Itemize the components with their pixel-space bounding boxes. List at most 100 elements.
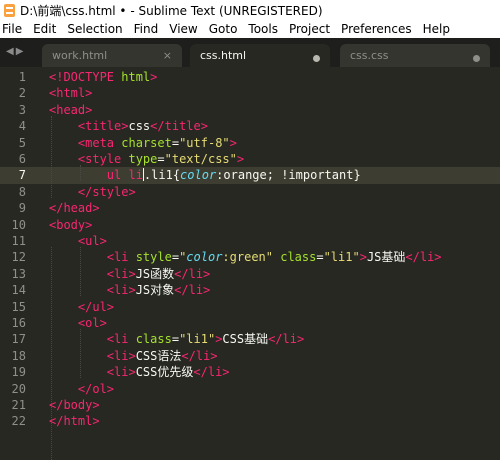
unsaved-dot-icon[interactable]	[473, 52, 480, 65]
code-line[interactable]: </html>	[49, 413, 100, 429]
line-number: 5	[18, 135, 26, 150]
code-token: <li>	[106, 365, 136, 380]
code-line[interactable]: ul li.li1{color:orange; !important}	[49, 167, 361, 183]
line-number: 1	[18, 70, 26, 84]
code-token: </title>	[150, 119, 208, 134]
line-number: 19	[11, 365, 26, 380]
code-token: =	[171, 332, 180, 347]
code-token: <meta	[77, 135, 122, 150]
code-area[interactable]: <!DOCTYPE html> <html> <head> <title>css</…	[49, 67, 500, 460]
unsaved-dot-icon[interactable]	[313, 52, 320, 65]
menu-preferences[interactable]: Preferences	[338, 22, 418, 36]
code-token: </li>	[268, 332, 305, 347]
code-token: </ul>	[77, 299, 115, 314]
code-token: :green"	[222, 250, 281, 265]
code-token: <li	[106, 332, 136, 347]
tab-label: css.html	[200, 49, 247, 62]
code-line[interactable]: <html>	[49, 85, 92, 101]
code-token: =	[157, 152, 165, 166]
tab-css-html[interactable]: css.html	[190, 44, 330, 67]
code-token: </ol>	[77, 381, 115, 396]
menu-edit[interactable]: Edit	[30, 22, 62, 36]
close-icon[interactable]: ×	[163, 49, 172, 62]
code-token: charset	[121, 135, 172, 150]
line-number: 18	[11, 348, 26, 363]
menu-help[interactable]: Help	[420, 22, 456, 36]
code-line[interactable]: <!DOCTYPE html>	[49, 69, 157, 85]
code-line[interactable]: <li class="li1">CSS基础</li>	[49, 331, 304, 347]
code-line[interactable]: <body>	[49, 217, 92, 233]
code-token: <html>	[49, 86, 93, 101]
line-number: 20	[11, 381, 26, 396]
code-editor[interactable]: 1 2 3 4 5 6 7 8 9 10 11 12 13 14 15 16 17 18 19 20 21 22 <!DO…	[0, 67, 500, 460]
code-line[interactable]: </ol>	[49, 381, 114, 397]
code-token: <li>	[106, 348, 136, 363]
code-line[interactable]: </body>	[49, 397, 100, 413]
code-line[interactable]: <li style="color:green" class="li1">JS基础…	[49, 249, 442, 265]
tab-bar: ◀▶ work.html × css.html css.css	[0, 38, 500, 67]
code-token: "li1"	[179, 332, 216, 347]
window-title: D:\前端\css.html • - Sublime Text (UNREGIS…	[20, 3, 323, 18]
tab-nav-arrows-icon[interactable]: ◀▶	[6, 46, 25, 57]
code-line[interactable]: <li>CSS优先级</li>	[49, 364, 230, 380]
line-number: 4	[18, 119, 26, 134]
code-line[interactable]: <head>	[49, 102, 92, 118]
line-number: 10	[11, 217, 26, 232]
menu-tools[interactable]: Tools	[245, 22, 284, 36]
tab-work-html[interactable]: work.html ×	[42, 44, 182, 67]
menu-find[interactable]: Find	[131, 22, 165, 36]
code-token: <li	[106, 250, 136, 265]
code-line[interactable]: <ul>	[49, 233, 107, 249]
code-line[interactable]: <title>css</title>	[49, 118, 208, 134]
menu-view[interactable]: View	[166, 22, 203, 36]
code-token: </li>	[174, 266, 211, 281]
code-line[interactable]: </style>	[49, 184, 136, 200]
code-line[interactable]: <meta charset="utf-8">	[49, 135, 237, 151]
code-line[interactable]: <style type="text/css">	[49, 151, 244, 167]
code-line[interactable]: <ol>	[49, 315, 107, 331]
line-number: 12	[11, 250, 26, 265]
code-token: CSS语法	[135, 348, 182, 363]
menu-file[interactable]: File	[0, 22, 28, 36]
code-token: <title>	[77, 119, 129, 134]
tab-css-css[interactable]: css.css	[340, 44, 490, 67]
code-token: "li1"	[323, 250, 360, 265]
code-line[interactable]: </ul>	[49, 299, 114, 315]
code-line[interactable]: </head>	[49, 200, 100, 216]
code-token: <ol>	[77, 316, 107, 330]
code-token: "utf-8"	[179, 135, 230, 150]
code-token: </head>	[49, 201, 100, 216]
menu-project[interactable]: Project	[286, 22, 336, 36]
code-line[interactable]: <li>JS对象</li>	[49, 282, 210, 298]
line-number: 16	[11, 316, 26, 330]
menu-selection[interactable]: Selection	[64, 22, 128, 36]
code-token: </body>	[49, 398, 100, 412]
code-token: .li1{	[143, 168, 181, 183]
line-number: 14	[11, 283, 26, 298]
code-token: CSS优先级	[135, 365, 194, 380]
code-token: </li>	[405, 250, 442, 265]
code-token: ul li	[106, 168, 143, 183]
code-line[interactable]: <li>CSS语法</li>	[49, 348, 218, 364]
code-token: class	[135, 332, 172, 347]
menu-goto[interactable]: Goto	[206, 22, 244, 36]
line-number: 3	[18, 102, 26, 117]
code-token: =	[316, 250, 324, 265]
code-token: CSS基础	[222, 332, 269, 347]
code-token: >	[359, 250, 367, 265]
line-number: 6	[18, 152, 26, 166]
code-token: <head>	[49, 102, 93, 117]
code-token: <style	[77, 152, 129, 166]
code-line[interactable]: <li>JS函数</li>	[49, 266, 210, 282]
line-number-gutter: 1 2 3 4 5 6 7 8 9 10 11 12 13 14 15 16 17 18 19 20 21 22	[0, 67, 44, 436]
code-token: html	[121, 70, 151, 84]
